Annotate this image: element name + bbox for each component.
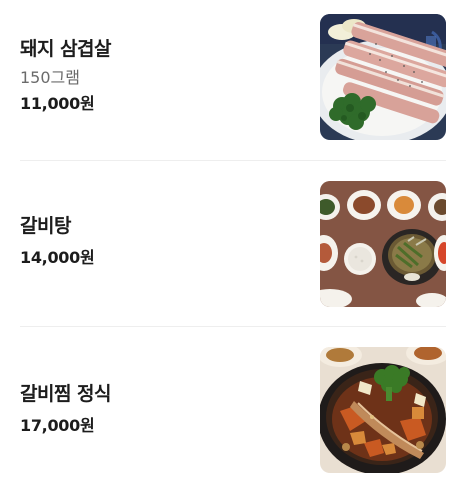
menu-item-price: 17,000원 [20,416,95,435]
menu-list: 돼지 삼겹살 150그램 11,000원 갈비탕 14,000원 갈비찜 정식 … [0,0,466,489]
menu-divider [20,326,446,327]
menu-divider [20,160,446,161]
menu-item-name: 갈비탕 [20,215,71,237]
menu-item-name: 돼지 삼겹살 [20,38,112,60]
menu-item-text: 갈비찜 정식 17,000원 [20,381,290,437]
galbijjim-photo[interactable] [320,347,446,473]
menu-item-text: 돼지 삼겹살 150그램 11,000원 [20,36,290,115]
pork-belly-photo[interactable] [320,14,446,140]
menu-item-galbitang[interactable]: 갈비탕 14,000원 [20,181,446,307]
menu-item-pork-belly[interactable]: 돼지 삼겹살 150그램 11,000원 [20,14,446,140]
menu-item-text: 갈비탕 14,000원 [20,213,290,269]
menu-item-description: 150그램 [20,68,80,87]
galbitang-photo[interactable] [320,181,446,307]
menu-item-galbijjim-set[interactable]: 갈비찜 정식 17,000원 [20,347,446,473]
menu-item-name: 갈비찜 정식 [20,383,112,405]
menu-item-price: 11,000원 [20,94,95,113]
menu-item-price: 14,000원 [20,248,95,267]
